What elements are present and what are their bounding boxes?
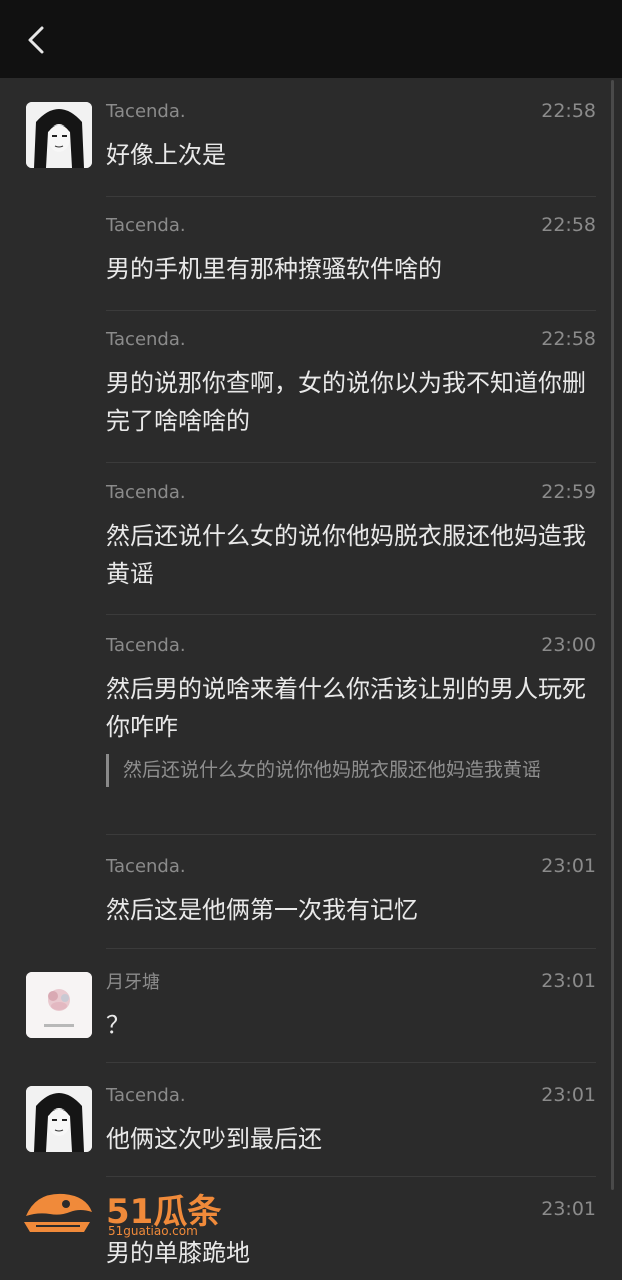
avatar[interactable] — [26, 972, 92, 1038]
message-text: 然后还说什么女的说你他妈脱衣服还他妈造我黄谣 — [106, 522, 586, 588]
avatar[interactable] — [26, 1086, 92, 1152]
message-text: ？ — [106, 1011, 130, 1039]
scrollbar[interactable] — [611, 80, 614, 1190]
sender-name: Tacenda. — [106, 100, 186, 122]
message-item[interactable]: Tacenda. 22:58 男的手机里有那种撩骚软件啥的 — [106, 212, 596, 288]
watermark-url: 51guatiao.com — [108, 1224, 198, 1238]
sender-name: Tacenda. — [106, 328, 186, 350]
sender-name: Tacenda. — [106, 481, 186, 503]
sender-name: 月牙塘 — [106, 972, 160, 993]
divider — [106, 196, 596, 197]
message-item[interactable]: Tacenda. 22:58 男的说那你查啊，女的说你以为我不知道你删完了啥啥啥… — [106, 326, 596, 440]
divider — [106, 310, 596, 311]
message-time: 23:01 — [541, 855, 596, 877]
message-time: 23:00 — [541, 634, 596, 656]
sender-name: Tacenda. — [106, 1084, 186, 1106]
message-text: 然后男的说啥来着什么你活该让别的男人玩死你咋咋 — [106, 675, 586, 741]
divider — [106, 462, 596, 463]
message-time: 22:59 — [541, 481, 596, 503]
top-bar — [0, 0, 622, 78]
message-text: 好像上次是 — [106, 141, 226, 169]
chevron-left-icon — [28, 26, 44, 54]
sender-name: Tacenda. — [106, 214, 186, 236]
message-text: 然后这是他俩第一次我有记忆 — [106, 896, 418, 924]
message-time: 22:58 — [541, 100, 596, 122]
divider — [106, 1176, 596, 1177]
message-item[interactable]: Tacenda. 22:59 然后还说什么女的说你他妈脱衣服还他妈造我黄谣 — [106, 479, 596, 593]
message-time: 23:01 — [541, 970, 596, 992]
divider — [106, 614, 596, 615]
message-item[interactable]: 月牙塘 23:01 ？ — [106, 968, 596, 1044]
message-text: 男的手机里有那种撩骚软件啥的 — [106, 255, 442, 283]
sender-name: Tacenda. — [106, 634, 186, 656]
sender-name: Tacenda. — [106, 855, 186, 877]
message-time: 22:58 — [541, 328, 596, 350]
message-time: 22:58 — [541, 214, 596, 236]
message-item[interactable]: Tacenda. 23:01 然后这是他俩第一次我有记忆 — [106, 853, 596, 929]
divider — [106, 1062, 596, 1063]
avatar[interactable] — [26, 102, 92, 168]
message-time: 23:01 — [541, 1084, 596, 1106]
quoted-message[interactable]: 然后还说什么女的说你他妈脱衣服还他妈造我黄谣 — [106, 754, 596, 787]
message-item[interactable]: Tacenda. 23:01 他俩这次吵到最后还 — [106, 1082, 596, 1158]
divider — [106, 948, 596, 949]
message-text: 男的说那你查啊，女的说你以为我不知道你删完了啥啥啥的 — [106, 369, 586, 435]
divider — [106, 834, 596, 835]
message-time: 23:01 — [541, 1198, 596, 1220]
message-item[interactable]: Tacenda. 23:00 然后男的说啥来着什么你活该让别的男人玩死你咋咋 然… — [106, 632, 596, 787]
watermark-logo — [24, 1193, 92, 1232]
message-item[interactable]: Tacenda. 22:58 好像上次是 — [106, 98, 596, 174]
back-button[interactable] — [20, 22, 56, 58]
watermark: 51瓜条 51guatiao.com — [16, 1182, 226, 1242]
message-text: 他俩这次吵到最后还 — [106, 1125, 322, 1153]
